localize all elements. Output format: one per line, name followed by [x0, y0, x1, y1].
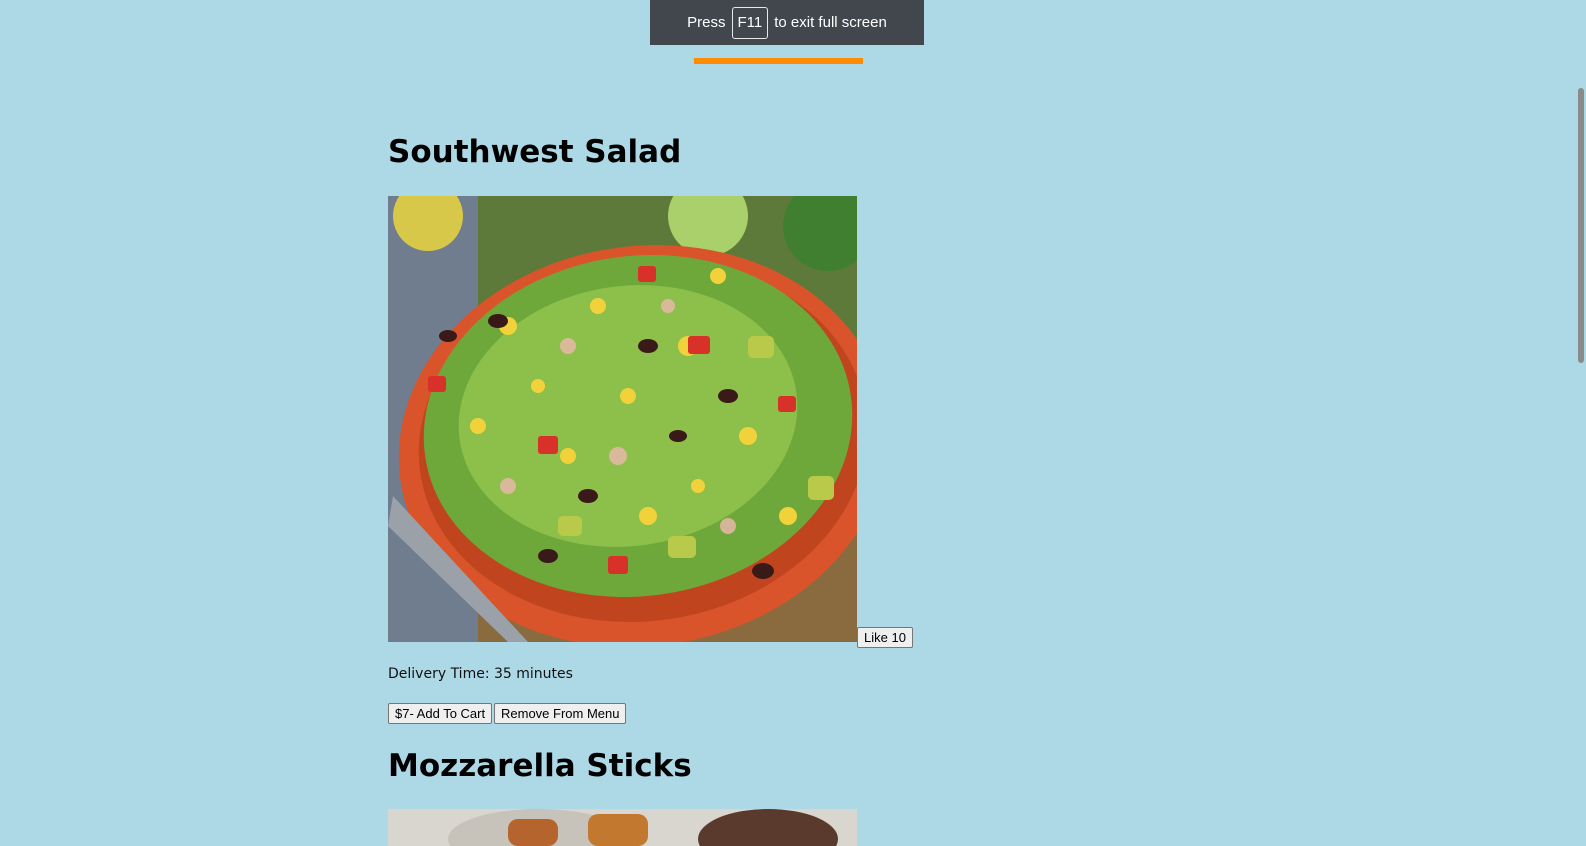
f11-key-badge: F11	[731, 6, 769, 39]
fullscreen-notice: Press F11 to exit full screen	[650, 0, 924, 45]
item-title: Mozzarella Sticks	[388, 748, 692, 784]
title-underline	[694, 58, 863, 64]
item-title: Southwest Salad	[388, 134, 682, 170]
fullscreen-notice-suffix: to exit full screen	[774, 14, 887, 31]
remove-from-menu-button[interactable]: Remove From Menu	[494, 703, 627, 724]
mozzarella-photo	[388, 809, 857, 846]
page: MENU Press F11 to exit full screen South…	[0, 0, 1586, 846]
salad-photo	[388, 196, 857, 642]
scrollbar-thumb[interactable]	[1578, 88, 1584, 363]
like-button[interactable]: Like 10	[857, 627, 913, 648]
vertical-scrollbar[interactable]	[1568, 0, 1586, 846]
delivery-time: Delivery Time: 35 minutes	[388, 666, 573, 682]
add-to-cart-button[interactable]: $7- Add To Cart	[388, 703, 493, 724]
fullscreen-notice-prefix: Press	[687, 14, 726, 31]
